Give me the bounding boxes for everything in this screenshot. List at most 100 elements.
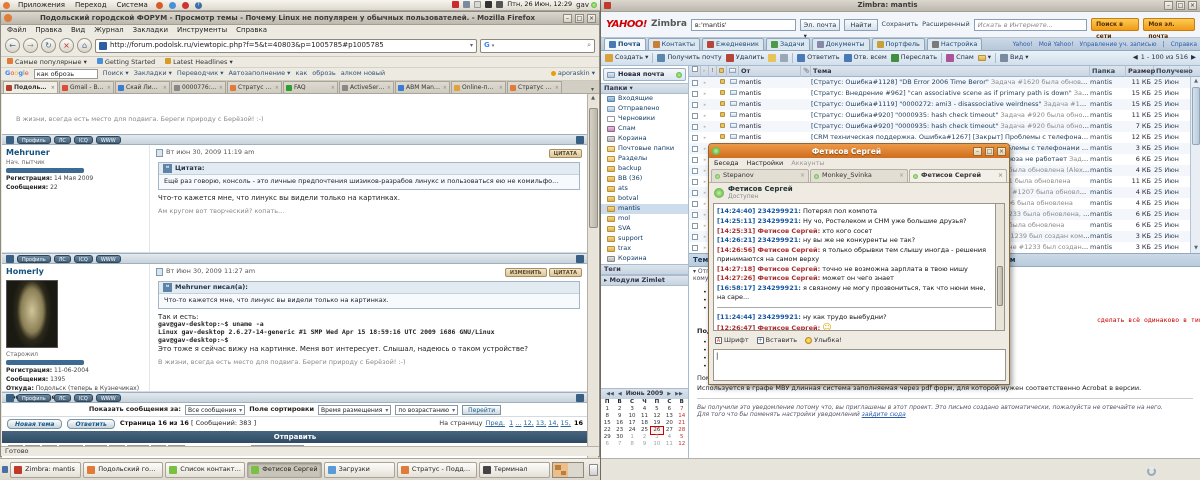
sidebar-folder[interactable]: Разделы <box>601 154 688 164</box>
chat-input[interactable]: | <box>713 349 1006 381</box>
cal-day[interactable]: 1 <box>601 406 613 413</box>
cal-day[interactable]: 10 <box>626 413 638 420</box>
sidebar-folder[interactable]: BB (36) <box>601 174 688 184</box>
minimize-button[interactable]: – <box>1164 1 1173 10</box>
web-search-button[interactable]: Поиск в сети <box>1091 18 1139 31</box>
sidebar-folder[interactable]: SVA <box>601 224 688 234</box>
pager-next-icon[interactable]: ▶ <box>1191 54 1196 62</box>
sidebar-folder[interactable]: Корзина <box>601 134 688 144</box>
tag-column-icon[interactable] <box>717 66 727 77</box>
gbar-translate-button[interactable]: Переводчик ▾ <box>177 70 224 78</box>
taskbar-window-button[interactable]: Список контактов <box>165 462 245 478</box>
menu-applications[interactable]: Приложения <box>16 1 67 9</box>
menu-item[interactable]: Инструменты <box>177 26 227 34</box>
taskbar-window-button[interactable]: Терминал <box>479 462 550 478</box>
cal-day[interactable]: 5 <box>676 434 688 441</box>
view-button[interactable]: Вид ▾ <box>1000 54 1029 62</box>
select-all-checkbox[interactable] <box>689 66 701 77</box>
mail-row[interactable]: ▸ mantis [Стратус: Ошибка#920] "0000935:… <box>689 121 1200 132</box>
workspace-1[interactable] <box>553 463 568 477</box>
taskbar-window-button[interactable]: Zimbra: mantis <box>10 462 81 478</box>
app-launcher-icon[interactable] <box>169 2 176 9</box>
back-button[interactable]: ← <box>5 38 20 53</box>
row-checkbox[interactable] <box>689 201 701 207</box>
new-mail-button[interactable]: Новая почта <box>603 68 686 81</box>
gbar-account[interactable]: aporaskin ▾ <box>551 70 595 78</box>
zimbra-search-input[interactable]: в:'mantis' <box>691 19 796 31</box>
menu-item[interactable]: Журнал <box>94 26 123 34</box>
tab-close-icon[interactable]: × <box>387 85 391 91</box>
row-checkbox[interactable] <box>689 234 701 240</box>
move-to-folder-button[interactable]: ▾ <box>978 54 991 62</box>
cal-day[interactable]: 3 <box>651 434 663 441</box>
cal-day[interactable]: 11 <box>638 413 650 420</box>
format-tool-button[interactable]: + Вставить <box>757 337 797 345</box>
maximize-button[interactable]: □ <box>985 147 994 156</box>
browser-tab[interactable]: Подольск... × <box>3 81 58 93</box>
chat-scrollbar[interactable] <box>995 203 1005 331</box>
app-tab[interactable]: Задачи <box>766 38 810 50</box>
priority-column-icon[interactable]: ! <box>709 66 717 77</box>
reply-button[interactable]: Ответить <box>797 54 839 62</box>
new-topic-button[interactable]: Новая тема <box>7 419 62 429</box>
trash-icon[interactable] <box>589 464 598 476</box>
gbar-bookmarks-button[interactable]: Закладки ▾ <box>134 70 172 78</box>
notification-settings-link[interactable]: зайдите сюда <box>862 411 906 418</box>
row-checkbox[interactable] <box>689 223 701 229</box>
get-mail-button[interactable]: Получить почту <box>657 54 721 62</box>
cal-day[interactable]: 1 <box>626 434 638 441</box>
row-checkbox[interactable] <box>689 212 701 218</box>
cal-day[interactable]: 17 <box>626 420 638 427</box>
bookmark-item[interactable]: Самые популярные ▾ <box>7 58 87 67</box>
app-tab[interactable]: Почта <box>604 38 646 50</box>
cal-day[interactable]: 20 <box>663 420 675 427</box>
browser-tab[interactable]: Стратус - Сво... × <box>227 81 282 93</box>
search-scope-select[interactable]: Эл. почта ▾ <box>800 19 841 31</box>
cal-day[interactable]: 12 <box>651 413 663 420</box>
page-link[interactable]: 14, <box>548 419 558 427</box>
author-name[interactable]: Mehruner <box>6 148 145 158</box>
display-icon[interactable] <box>485 1 492 8</box>
cal-prev-month-icon[interactable]: ◀ <box>618 391 622 397</box>
sidebar-folder[interactable]: trax <box>601 244 688 254</box>
back-to-top-icon[interactable] <box>6 136 14 144</box>
app-launcher2-icon[interactable] <box>182 2 189 9</box>
sidebar-folder[interactable]: Корзина <box>601 254 688 264</box>
cal-day[interactable]: 7 <box>676 406 688 413</box>
report-icon[interactable] <box>576 136 584 144</box>
browser-tab[interactable]: Gmail - Вход... × <box>59 81 114 93</box>
cal-day[interactable]: 6 <box>601 441 613 448</box>
tab-close-icon[interactable]: × <box>163 85 167 91</box>
chat-titlebar[interactable]: Фетисов Сергей – □ × <box>709 144 1009 158</box>
sort-field-select[interactable]: Время размещения▾ <box>318 405 391 415</box>
app-tab[interactable]: Контакты <box>648 38 700 50</box>
app-tab[interactable]: Документы <box>812 38 870 50</box>
cal-day[interactable]: 8 <box>626 441 638 448</box>
list-pager[interactable]: ◀1 - 100 из 516▶ <box>1133 54 1196 62</box>
sidebar-folder[interactable]: Спам <box>601 124 688 134</box>
row-checkbox[interactable] <box>689 190 701 196</box>
taskbar-window-button[interactable]: Загрузки <box>324 462 395 478</box>
profile-button[interactable]: Профиль <box>17 255 51 263</box>
report-icon[interactable] <box>576 394 584 402</box>
browser-tab[interactable]: ABM Manage I... × <box>395 81 450 93</box>
close-button[interactable]: × <box>1188 1 1197 10</box>
row-checkbox[interactable] <box>689 135 701 141</box>
cal-prev-year-icon[interactable]: ◀◀ <box>606 391 614 397</box>
row-checkbox[interactable] <box>689 124 701 130</box>
row-checkbox[interactable] <box>689 113 701 119</box>
profile-button[interactable]: ЛС <box>54 394 71 402</box>
web-search-input[interactable]: Искать в Интернете... <box>974 19 1087 31</box>
cal-day[interactable]: 9 <box>613 413 625 420</box>
save-search-button[interactable]: Сохранить <box>882 21 919 29</box>
cal-day[interactable]: 9 <box>638 441 650 448</box>
sidebar-folder[interactable]: support <box>601 234 688 244</box>
cal-next-month-icon[interactable]: ▶ <box>667 391 671 397</box>
app-tab[interactable]: Настройка <box>927 38 982 50</box>
forward-button[interactable]: → <box>23 38 38 53</box>
browser-tab[interactable]: ActiveService... × <box>339 81 394 93</box>
menu-item[interactable]: Файл <box>7 26 26 34</box>
tab-close-icon[interactable]: × <box>51 85 55 91</box>
account-link[interactable]: Управление уч. записью <box>1079 41 1156 48</box>
sidebar-folder[interactable]: Входящие <box>601 94 688 104</box>
